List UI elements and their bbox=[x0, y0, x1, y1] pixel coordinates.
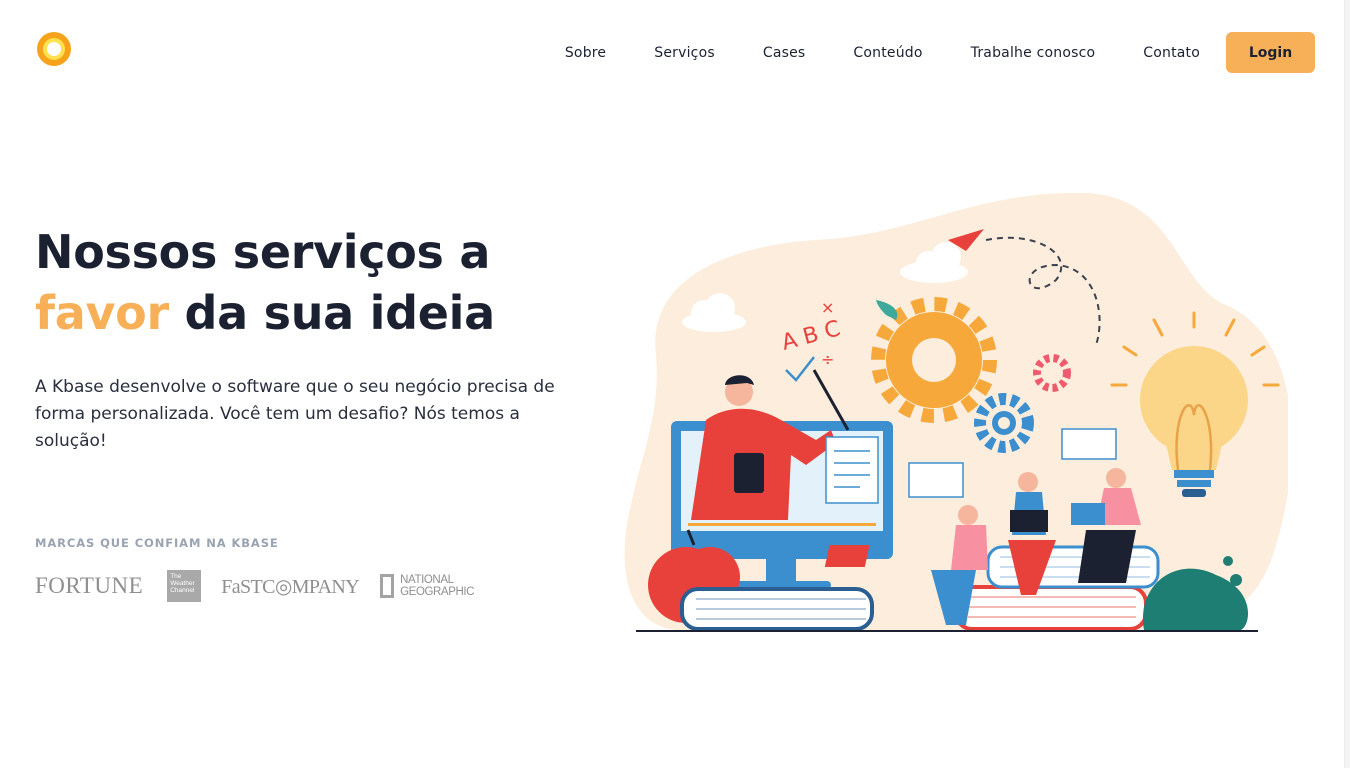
natgeo-wordmark: NATIONAL GEOGRAPHIC bbox=[400, 574, 475, 598]
weather-channel-logo: The Weather Channel bbox=[167, 570, 202, 602]
brands-label: MARCAS QUE CONFIAM NA KBASE bbox=[35, 536, 279, 550]
main-nav: Sobre Serviços Cases Conteúdo Trabalhe c… bbox=[565, 32, 1315, 73]
national-geographic-logo: NATIONAL GEOGRAPHIC bbox=[380, 574, 474, 598]
nav-link-sobre[interactable]: Sobre bbox=[565, 45, 606, 61]
nav-link-servicos[interactable]: Serviços bbox=[654, 45, 715, 61]
sun-logo-icon[interactable] bbox=[36, 31, 72, 67]
login-button[interactable]: Login bbox=[1226, 32, 1315, 73]
natgeo-frame-icon bbox=[380, 574, 395, 598]
svg-text:×: × bbox=[821, 298, 834, 317]
hero-description: A Kbase desenvolve o software que o seu … bbox=[35, 377, 555, 451]
brand-logos: FORTUNE The Weather Channel FaSTC◎MPANY … bbox=[35, 568, 474, 604]
nav-link-trabalhe-conosco[interactable]: Trabalhe conosco bbox=[971, 45, 1096, 61]
hero-title-line1: Nossos serviços a bbox=[35, 225, 491, 279]
hero-title-line2: da sua ideia bbox=[168, 286, 496, 340]
nav-link-cases[interactable]: Cases bbox=[763, 45, 806, 61]
nav-link-conteudo[interactable]: Conteúdo bbox=[853, 45, 922, 61]
hero-title-accent: favor bbox=[35, 286, 169, 340]
online-education-illustration: A B C × ÷ bbox=[624, 192, 1288, 632]
fast-company-logo: FaSTC◎MPANY bbox=[221, 575, 360, 598]
page-scrollbar[interactable] bbox=[1344, 0, 1350, 768]
nav-link-contato[interactable]: Contato bbox=[1143, 45, 1200, 61]
hero-title: Nossos serviços a favor da sua ideia bbox=[35, 222, 595, 344]
fortune-logo: FORTUNE bbox=[35, 573, 144, 598]
svg-text:÷: ÷ bbox=[821, 350, 834, 369]
